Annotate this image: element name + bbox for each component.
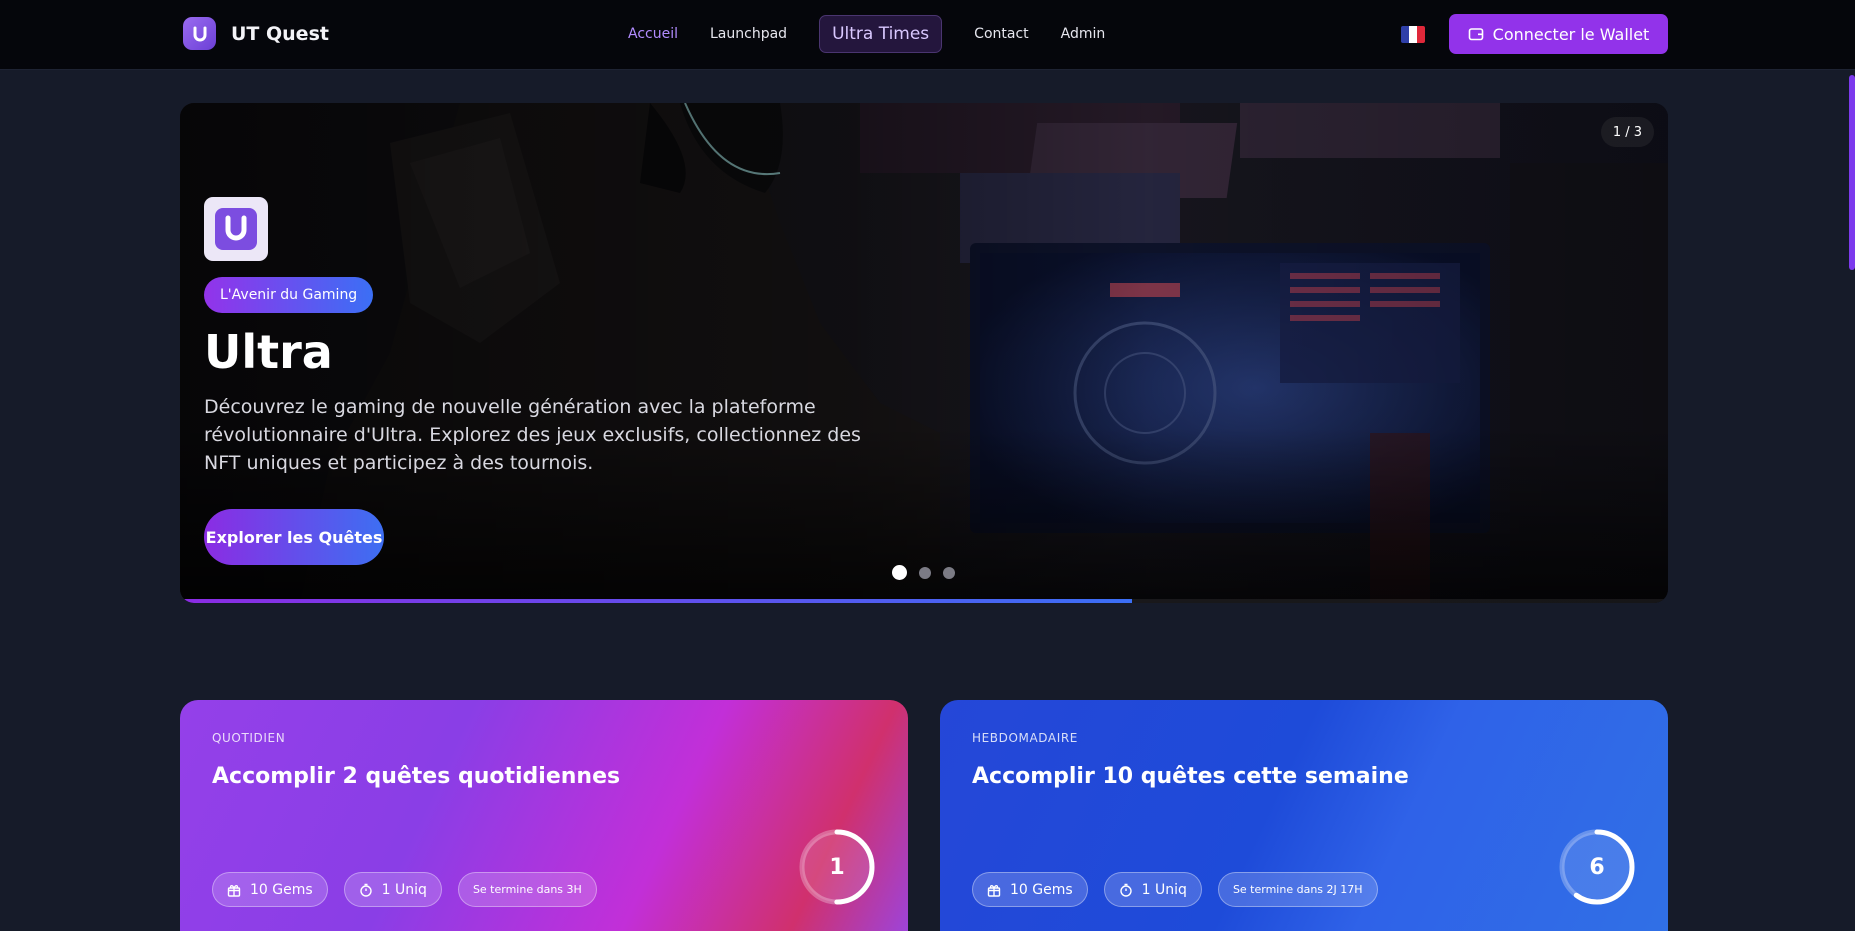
explore-quests-button[interactable]: Explorer les Quêtes: [204, 509, 384, 565]
nav-link-admin[interactable]: Admin: [1061, 26, 1106, 42]
hero-description: Découvrez le gaming de nouvelle générati…: [204, 396, 861, 474]
slide-progress-bar: [180, 599, 1668, 603]
quest-card-daily[interactable]: QUOTIDIEN Accomplir 2 quêtes quotidienne…: [180, 700, 908, 931]
slide-progress-fill: [180, 599, 1133, 603]
main-nav: Accueil Launchpad Ultra Times Contact Ad…: [628, 15, 1137, 53]
flag-fr-icon[interactable]: [1401, 26, 1425, 43]
ultra-app-icon: [204, 197, 268, 261]
reward-uniq-chip: 1 Uniq: [343, 872, 442, 907]
reward-gems-chip: 10 Gems: [212, 872, 328, 907]
gift-icon: [987, 884, 1001, 897]
page-scrollbar[interactable]: [1849, 75, 1855, 270]
hero-badge: L'Avenir du Gaming: [204, 277, 374, 313]
quest-title: Accomplir 10 quêtes cette semaine: [972, 764, 1409, 789]
slide-counter: 1 / 3: [1600, 117, 1654, 147]
quest-progress-value: 1: [829, 854, 845, 880]
wallet-icon: [1468, 28, 1483, 41]
nav-link-ultra-times[interactable]: Ultra Times: [819, 15, 943, 53]
timer-icon: [359, 883, 372, 897]
reward-gems-chip: 10 Gems: [972, 872, 1088, 907]
hero-carousel: 1 / 3 L'Avenir du Gaming Ultra Découvrez…: [180, 103, 1668, 603]
top-navbar: UT Quest Accueil Launchpad Ultra Times C…: [0, 0, 1855, 70]
reward-gems-label: 10 Gems: [250, 881, 313, 898]
reward-uniq-label: 1 Uniq: [381, 881, 427, 898]
quest-progress-ring: 6: [1558, 828, 1636, 906]
quest-progress-value: 6: [1589, 854, 1605, 880]
quest-period-label: QUOTIDIEN: [212, 731, 286, 745]
reward-uniq-label: 1 Uniq: [1141, 881, 1187, 898]
nav-link-contact[interactable]: Contact: [974, 26, 1028, 42]
ultra-logo-icon: [183, 17, 216, 50]
quest-period-label: HEBDOMADAIRE: [972, 731, 1078, 745]
carousel-dot-3[interactable]: [943, 566, 955, 579]
carousel-dot-2[interactable]: [919, 566, 931, 579]
reward-gems-label: 10 Gems: [1010, 881, 1073, 898]
quest-title: Accomplir 2 quêtes quotidiennes: [212, 764, 621, 789]
hero-title: Ultra: [204, 325, 333, 379]
quest-chips: 10 Gems 1 Uniq Se termine dans 2J 17H: [972, 872, 1394, 907]
carousel-dots: [892, 565, 967, 580]
gift-icon: [227, 884, 241, 897]
quest-chips: 10 Gems 1 Uniq Se termine dans 3H: [212, 872, 613, 907]
hero-overlay: [180, 103, 1668, 603]
brand[interactable]: UT Quest: [183, 17, 329, 50]
quest-card-weekly[interactable]: HEBDOMADAIRE Accomplir 10 quêtes cette s…: [940, 700, 1668, 931]
timer-icon: [1119, 883, 1132, 897]
quest-progress-ring: 1: [798, 828, 876, 906]
nav-link-launchpad[interactable]: Launchpad: [710, 26, 787, 42]
carousel-dot-1[interactable]: [892, 565, 907, 580]
quest-end-chip: Se termine dans 3H: [457, 872, 597, 907]
quest-end-chip: Se termine dans 2J 17H: [1217, 872, 1378, 907]
nav-link-accueil[interactable]: Accueil: [628, 26, 678, 42]
connect-wallet-label: Connecter le Wallet: [1492, 24, 1650, 44]
brand-name: UT Quest: [231, 22, 329, 45]
connect-wallet-button[interactable]: Connecter le Wallet: [1449, 14, 1668, 54]
reward-uniq-chip: 1 Uniq: [1103, 872, 1202, 907]
